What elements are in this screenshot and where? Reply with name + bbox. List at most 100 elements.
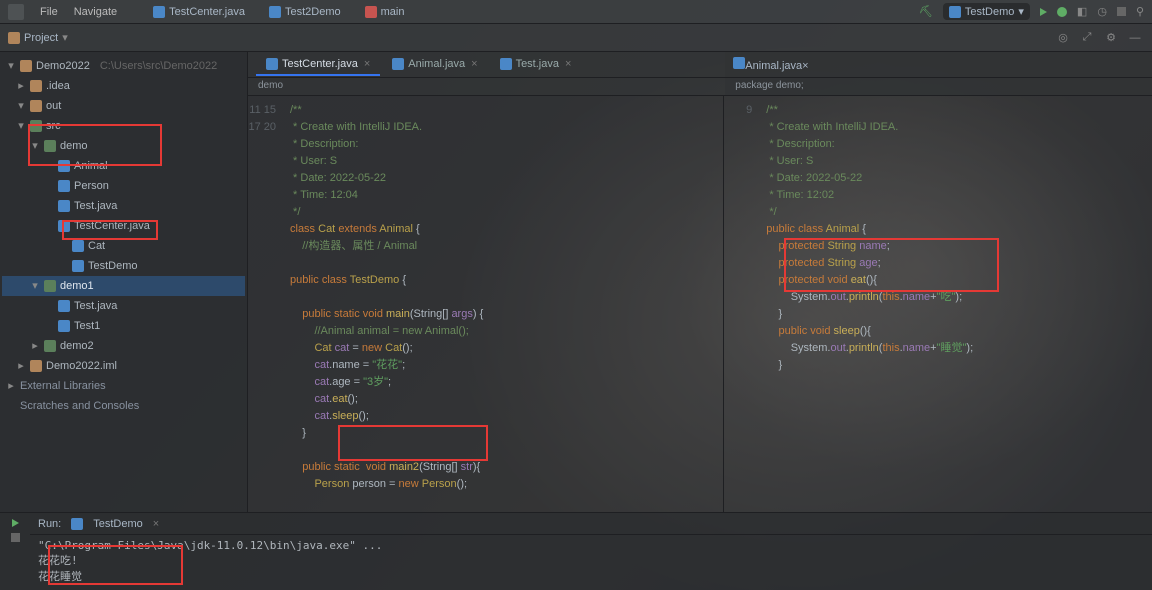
node-label: Cat: [88, 237, 105, 255]
node-icon: [58, 300, 70, 312]
tree-node[interactable]: Animal: [2, 156, 245, 176]
class-icon: [266, 58, 278, 70]
chevron-down-icon: ▾: [1018, 5, 1024, 18]
node-label: TestCenter.java: [74, 217, 150, 235]
node-icon: [44, 280, 56, 292]
node-icon: [58, 200, 70, 212]
top-tab-0[interactable]: TestCenter.java: [145, 4, 253, 20]
tree-node[interactable]: Cat: [2, 236, 245, 256]
node-icon: [72, 240, 84, 252]
collapse-icon[interactable]: —: [1126, 29, 1144, 47]
node-label: TestDemo: [88, 257, 138, 275]
tree-node[interactable]: Test.java: [2, 196, 245, 216]
menu-navigate[interactable]: Navigate: [74, 6, 117, 18]
tree-node[interactable]: TestDemo: [2, 256, 245, 276]
node-icon: [30, 360, 42, 372]
node-icon: [58, 320, 70, 332]
top-tabs: TestCenter.java Test2Demo main: [145, 4, 412, 20]
class-icon: [392, 58, 404, 70]
editor-tab[interactable]: Animal.java ×: [382, 54, 487, 76]
settings-icon[interactable]: ⚙: [1102, 29, 1120, 47]
tree-node[interactable]: ▾out: [2, 96, 245, 116]
folder-icon: [8, 32, 20, 44]
editor-tab[interactable]: Test.java×: [490, 54, 582, 76]
project-breadcrumb[interactable]: Project ▾: [8, 31, 68, 44]
node-label: Test1: [74, 317, 100, 335]
node-icon: [20, 60, 32, 72]
node-label: Person: [74, 177, 109, 195]
run-tab-name[interactable]: TestDemo: [93, 518, 143, 530]
editor-split: 11 15 17 20 /** * Create with IntelliJ I…: [248, 96, 1152, 512]
class-icon: [733, 57, 745, 69]
tab-label: Animal.java: [408, 58, 465, 70]
main-icon: [365, 6, 377, 18]
tree-node[interactable]: Scratches and Consoles: [2, 396, 245, 416]
node-label: Demo2022: [36, 57, 90, 75]
coverage-icon[interactable]: ◧: [1077, 5, 1087, 18]
tree-node[interactable]: ▾src: [2, 116, 245, 136]
search-icon[interactable]: ⚲: [1136, 5, 1144, 18]
run-icon[interactable]: [1040, 8, 1047, 16]
close-icon[interactable]: ×: [802, 60, 808, 72]
stop-run-icon[interactable]: [11, 533, 20, 542]
close-icon[interactable]: ×: [565, 58, 571, 70]
close-icon[interactable]: ×: [153, 518, 159, 530]
debug-icon[interactable]: [1057, 7, 1067, 17]
menubar: File Navigate TestCenter.java Test2Demo …: [0, 0, 1152, 24]
class-icon: [269, 6, 281, 18]
class-icon: [500, 58, 512, 70]
node-icon: [58, 180, 70, 192]
code-right[interactable]: /** * Create with IntelliJ IDEA. * Descr…: [758, 96, 1152, 512]
tree-node[interactable]: ▾demo1: [2, 276, 245, 296]
node-label: Scratches and Consoles: [20, 397, 139, 415]
expand-icon[interactable]: ⤢: [1078, 29, 1096, 47]
node-label: Animal: [74, 157, 108, 175]
node-label: Test.java: [74, 197, 117, 215]
close-icon[interactable]: ×: [364, 58, 370, 70]
profile-icon[interactable]: ◷: [1097, 5, 1107, 18]
run-output[interactable]: "C:\Program Files\Java\jdk-11.0.12\bin\j…: [30, 535, 1152, 590]
stop-icon[interactable]: [1117, 7, 1126, 16]
menu-file[interactable]: File: [40, 6, 58, 18]
node-icon: [58, 160, 70, 172]
tree-node[interactable]: ▸External Libraries: [2, 376, 245, 396]
target-icon[interactable]: ◎: [1054, 29, 1072, 47]
breadcrumb-project: Project: [24, 32, 58, 44]
node-label: Test.java: [74, 297, 117, 315]
top-tab-1[interactable]: Test2Demo: [261, 4, 349, 20]
node-label: .idea: [46, 77, 70, 95]
tree-node[interactable]: ▸.idea: [2, 76, 245, 96]
app-logo: [8, 4, 24, 20]
tree-node[interactable]: ▾demo: [2, 136, 245, 156]
run-panel: Run: TestDemo × "C:\Program Files\Java\j…: [0, 512, 1152, 590]
project-tree[interactable]: ▾Demo2022C:\Users\src\Demo2022▸.idea▾out…: [0, 52, 248, 512]
code-left[interactable]: /** * Create with IntelliJ IDEA. * Descr…: [282, 96, 723, 512]
node-icon: [30, 100, 42, 112]
editor-tab[interactable]: Animal.java×: [733, 57, 808, 72]
tree-node[interactable]: Person: [2, 176, 245, 196]
node-label: demo2: [60, 337, 94, 355]
tree-node[interactable]: TestCenter.java: [2, 216, 245, 236]
node-label: demo: [60, 137, 88, 155]
node-icon: [44, 340, 56, 352]
editor-left[interactable]: 11 15 17 20 /** * Create with IntelliJ I…: [248, 96, 724, 512]
node-label: out: [46, 97, 61, 115]
top-tab-2[interactable]: main: [357, 4, 413, 20]
tree-node[interactable]: ▾Demo2022C:\Users\src\Demo2022: [2, 56, 245, 76]
tree-node[interactable]: Test.java: [2, 296, 245, 316]
build-icon[interactable]: ⛏: [919, 5, 933, 18]
editor-right[interactable]: 9 /** * Create with IntelliJ IDEA. * Des…: [724, 96, 1152, 512]
node-label: demo1: [60, 277, 94, 295]
tree-node[interactable]: Test1: [2, 316, 245, 336]
tab-label: TestCenter.java: [282, 58, 358, 70]
node-icon: [58, 220, 70, 232]
tree-node[interactable]: ▸demo2: [2, 336, 245, 356]
run-tab-label: Run:: [38, 518, 61, 530]
tree-node[interactable]: ▸Demo2022.iml: [2, 356, 245, 376]
class-icon: [153, 6, 165, 18]
run-config-selector[interactable]: TestDemo ▾: [943, 3, 1030, 20]
editor-tab[interactable]: TestCenter.java ×: [256, 54, 380, 76]
run-side: [0, 513, 30, 590]
close-icon[interactable]: ×: [471, 58, 477, 70]
rerun-icon[interactable]: [12, 519, 19, 527]
